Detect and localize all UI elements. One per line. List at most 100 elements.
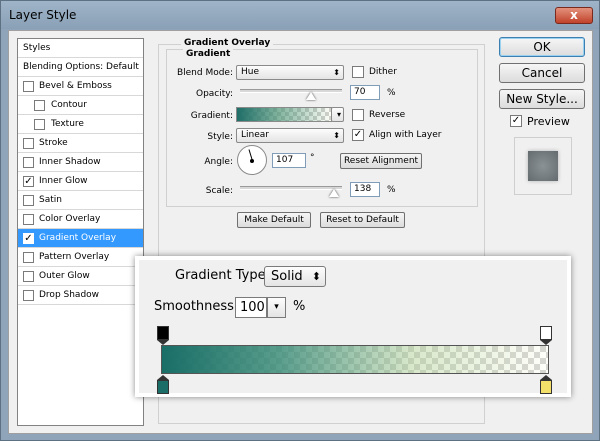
scale-label: Scale: (205, 186, 233, 196)
scale-slider[interactable] (240, 186, 342, 190)
style-item-gradient-overlay[interactable]: ✓ Gradient Overlay (18, 229, 143, 248)
style-select[interactable]: Linear ⬍ (236, 128, 344, 143)
style-item-label: Outer Glow (39, 271, 90, 281)
style-item-label: Color Overlay (39, 214, 101, 224)
style-item-color-overlay[interactable]: Color Overlay (18, 210, 143, 229)
layer-style-window: Layer Style x Styles Blending Options: D… (0, 0, 600, 441)
style-label: Style: (207, 132, 233, 142)
opacity-stop-left[interactable] (157, 326, 169, 340)
style-item-checkbox[interactable] (23, 214, 34, 225)
gradient-label: Gradient: (190, 111, 233, 121)
opacity-label: Opacity: (196, 89, 233, 99)
opacity-slider-thumb[interactable] (306, 92, 317, 100)
scale-slider-thumb[interactable] (328, 189, 339, 197)
blending-options-label: Blending Options: Default (23, 62, 139, 72)
spinner-arrows-icon: ⬍ (333, 68, 340, 77)
group-title: Gradient Overlay (181, 38, 274, 48)
styles-header-label: Styles (23, 43, 51, 53)
style-item-checkbox[interactable] (23, 138, 34, 149)
checkmark-icon: ✓ (353, 129, 363, 140)
style-item-label: Satin (39, 195, 62, 205)
gradient-picker-dropdown[interactable]: ▾ (331, 107, 344, 122)
spinner-arrows-icon: ⬍ (333, 131, 340, 140)
blend-mode-select[interactable]: Hue ⬍ (236, 65, 344, 80)
checkmark-icon: ✓ (511, 115, 521, 126)
cancel-button[interactable]: Cancel (499, 63, 585, 83)
style-item-label: Contour (51, 100, 87, 110)
section-title: Gradient (183, 49, 234, 59)
gradient-bar[interactable] (161, 345, 549, 374)
style-item-label: Stroke (39, 138, 68, 148)
opacity-input[interactable]: 70 (350, 85, 380, 100)
preview-checkbox[interactable]: ✓ (510, 115, 522, 127)
style-item-checkbox[interactable]: ✓ (23, 233, 34, 244)
style-item-stroke[interactable]: Stroke (18, 134, 143, 153)
styles-header[interactable]: Styles (18, 39, 143, 58)
style-item-texture[interactable]: Texture (18, 115, 143, 134)
close-icon: x (570, 8, 578, 22)
gradient-type-select[interactable]: Solid ⬍ (264, 266, 326, 287)
blending-options-item[interactable]: Blending Options: Default (18, 58, 143, 77)
style-item-checkbox[interactable] (23, 81, 34, 92)
smoothness-input[interactable]: 100 (235, 297, 267, 318)
align-with-layer-checkbox[interactable]: ✓ (352, 129, 364, 141)
scale-input[interactable]: 138 (350, 182, 380, 197)
style-item-checkbox[interactable] (23, 252, 34, 263)
reset-to-default-button[interactable]: Reset to Default (320, 212, 405, 228)
gradient-type-label: Gradient Type: (175, 268, 270, 283)
style-item-label: Drop Shadow (39, 290, 100, 300)
styles-list: Styles Blending Options: Default Bevel &… (17, 38, 144, 426)
angle-input[interactable]: 107 (272, 153, 306, 168)
style-preview (514, 137, 572, 195)
reset-alignment-button[interactable]: Reset Alignment (340, 153, 422, 169)
style-item-outer-glow[interactable]: Outer Glow (18, 267, 143, 286)
close-button[interactable]: x (555, 7, 593, 24)
align-with-layer-label: Align with Layer (369, 130, 442, 140)
style-item-checkbox[interactable] (34, 100, 45, 111)
gradient-editor-callout: Gradient Type: Solid ⬍ Smoothness: 100 ▾… (135, 256, 571, 397)
gradient-preview-swatch[interactable] (236, 107, 332, 122)
preview-label: Preview (527, 115, 570, 128)
dither-checkbox[interactable] (352, 66, 364, 78)
title-bar[interactable]: Layer Style x (1, 1, 599, 29)
style-item-label: Inner Glow (39, 176, 88, 186)
style-item-label: Gradient Overlay (39, 233, 117, 243)
style-item-inner-shadow[interactable]: Inner Shadow (18, 153, 143, 172)
color-stop-right[interactable] (540, 380, 552, 394)
gradient-fill (162, 346, 548, 373)
make-default-button[interactable]: Make Default (237, 212, 311, 228)
style-item-checkbox[interactable] (23, 157, 34, 168)
style-item-label: Texture (51, 119, 84, 129)
reverse-checkbox[interactable] (352, 109, 364, 121)
spinner-arrows-icon: ⬍ (311, 270, 321, 283)
style-item-label: Inner Shadow (39, 157, 101, 167)
style-item-checkbox[interactable] (23, 271, 34, 282)
style-item-contour[interactable]: Contour (18, 96, 143, 115)
smoothness-label: Smoothness: (154, 299, 239, 314)
opacity-stop-right[interactable] (540, 326, 552, 340)
angle-unit: ° (310, 153, 315, 163)
style-item-checkbox[interactable] (34, 119, 45, 130)
style-item-pattern-overlay[interactable]: Pattern Overlay (18, 248, 143, 267)
window-title: Layer Style (9, 8, 77, 22)
new-style-button[interactable]: New Style... (499, 89, 585, 109)
opacity-unit: % (387, 88, 396, 98)
style-item-drop-shadow[interactable]: Drop Shadow (18, 286, 143, 305)
dropdown-arrow-icon: ▾ (274, 302, 279, 312)
blend-mode-value: Hue (241, 67, 260, 77)
style-item-satin[interactable]: Satin (18, 191, 143, 210)
style-item-inner-glow[interactable]: ✓ Inner Glow (18, 172, 143, 191)
style-item-label: Pattern Overlay (39, 252, 110, 262)
blend-mode-label: Blend Mode: (176, 68, 233, 78)
style-item-checkbox[interactable] (23, 195, 34, 206)
ok-button[interactable]: OK (499, 37, 585, 57)
opacity-slider[interactable] (240, 89, 342, 93)
scale-unit: % (387, 185, 396, 195)
style-value: Linear (241, 130, 269, 140)
color-stop-left[interactable] (157, 380, 169, 394)
style-item-checkbox[interactable] (23, 290, 34, 301)
angle-dial[interactable] (237, 145, 267, 175)
style-item-checkbox[interactable]: ✓ (23, 176, 34, 187)
smoothness-dropdown[interactable]: ▾ (267, 297, 286, 318)
style-item-bevel-emboss[interactable]: Bevel & Emboss (18, 77, 143, 96)
